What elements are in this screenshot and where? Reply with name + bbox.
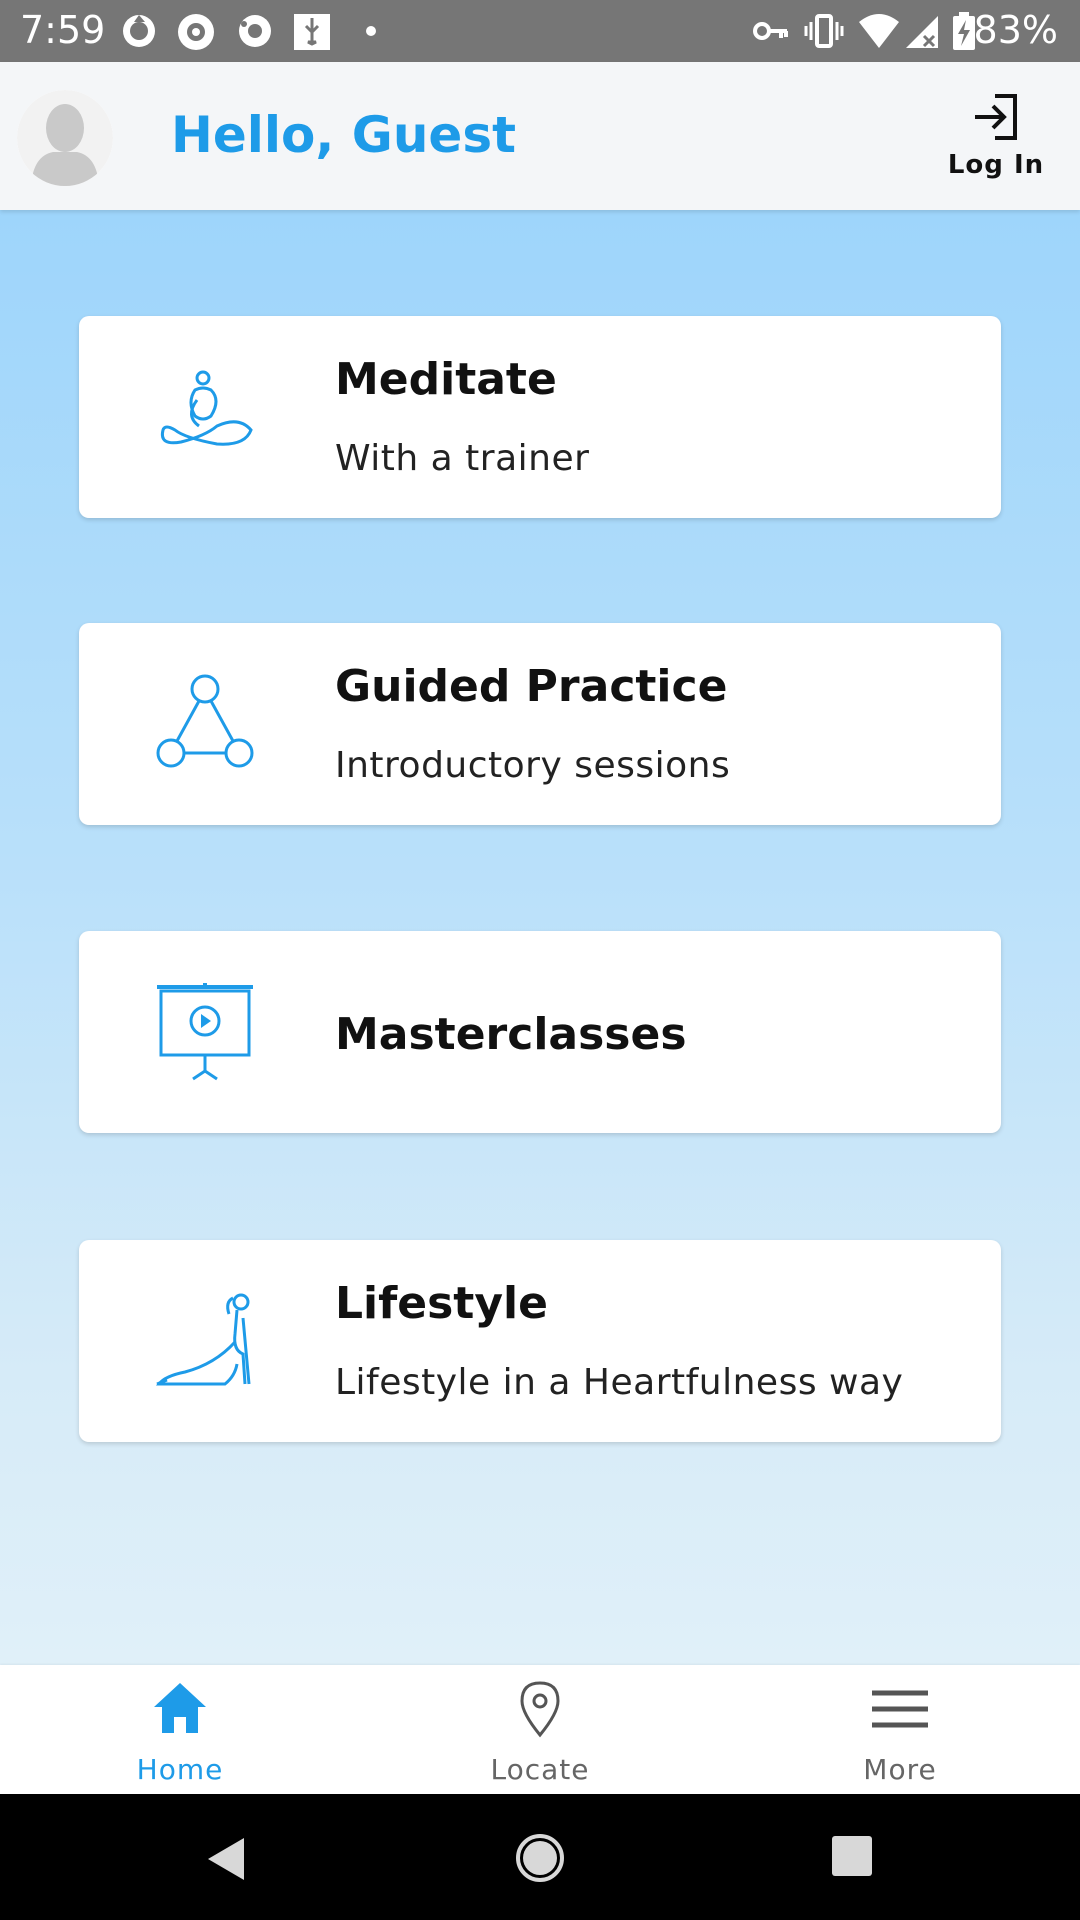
home-circle-icon[interactable] [514,1832,566,1884]
sync-alt-icon [239,15,271,47]
card-title: Guided Practice [335,661,728,712]
card-subtitle: With a trainer [335,438,590,479]
camera-icon [178,14,214,50]
nav-label: Home [136,1753,224,1786]
login-button[interactable]: Log In [936,92,1056,188]
meditation-icon [160,370,253,446]
presentation-screen-icon [157,983,253,1081]
location-pin-icon [520,1681,560,1738]
back-icon[interactable] [202,1834,252,1884]
status-time: 7:59 [20,8,106,52]
login-icon [975,94,1017,140]
card-masterclasses[interactable]: Masterclasses [79,931,1001,1133]
nav-home[interactable]: Home [0,1665,360,1794]
yoga-pose-icon [155,1293,251,1386]
nav-locate[interactable]: Locate [360,1665,720,1794]
card-subtitle: Lifestyle in a Heartfulness way [335,1362,904,1403]
main-content: Meditate With a trainer Guided Practice … [0,210,1080,1665]
card-guided-practice[interactable]: Guided Practice Introductory sessions [79,623,1001,825]
greeting-title: Hello, Guest [171,106,516,164]
card-title: Meditate [335,354,557,405]
battery-charging-icon [953,12,975,50]
nav-label: Locate [490,1753,590,1786]
nav-label: More [863,1753,937,1786]
menu-icon [872,1690,928,1728]
vibrate-icon [804,14,844,48]
system-navigation-bar [0,1794,1080,1920]
usb-icon [294,14,330,50]
card-meditate[interactable]: Meditate With a trainer [79,316,1001,518]
vpn-key-icon [753,22,788,40]
bottom-navigation: Home Locate More [0,1665,1080,1794]
card-lifestyle[interactable]: Lifestyle Lifestyle in a Heartfulness wa… [79,1240,1001,1442]
card-title: Lifestyle [335,1278,548,1329]
wifi-icon [859,14,899,48]
login-label: Log In [947,150,1045,180]
sync-icon [123,15,155,47]
signal-icon [906,16,938,48]
dot-icon [366,26,376,36]
recents-icon[interactable] [830,1834,874,1878]
card-title: Masterclasses [335,1009,687,1060]
status-bar: 7:59 83% [0,0,1080,62]
app-header: Hello, Guest Log In [0,62,1080,210]
nav-more[interactable]: More [720,1665,1080,1794]
triangle-nodes-icon [156,674,254,768]
battery-percent: 83% [973,8,1058,52]
home-icon [154,1683,206,1733]
user-silhouette-icon [17,90,113,186]
card-subtitle: Introductory sessions [335,745,731,786]
avatar[interactable] [17,90,113,186]
